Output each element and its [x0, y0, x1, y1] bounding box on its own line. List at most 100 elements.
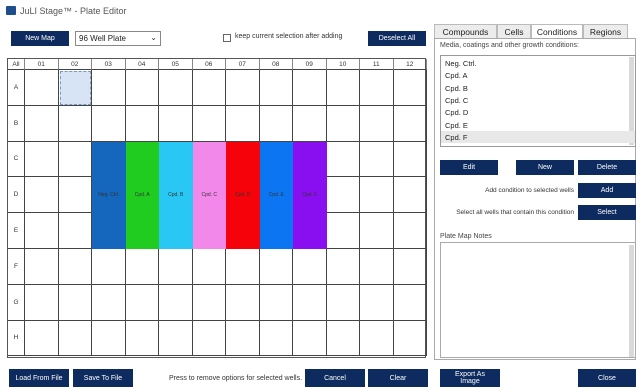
deselect-all-button[interactable]: Deselect All: [368, 31, 426, 46]
delete-button[interactable]: Delete: [578, 160, 636, 175]
list-item[interactable]: Neg. Ctrl.: [441, 57, 635, 69]
new-condition-button[interactable]: New: [516, 160, 574, 175]
well[interactable]: [192, 105, 226, 142]
well[interactable]: [326, 141, 360, 178]
well[interactable]: [326, 249, 360, 285]
well[interactable]: [293, 284, 327, 321]
well[interactable]: [393, 249, 427, 285]
well[interactable]: [360, 249, 394, 285]
row-header[interactable]: B: [8, 105, 25, 142]
well[interactable]: [159, 249, 193, 285]
tab-conditions[interactable]: Conditions: [531, 24, 583, 38]
condition-block[interactable]: Cpd. B: [159, 141, 193, 249]
well[interactable]: [326, 177, 360, 214]
row-header[interactable]: G: [8, 284, 25, 321]
well[interactable]: [326, 105, 360, 142]
tab-cells[interactable]: Cells: [497, 24, 531, 38]
list-item[interactable]: Cpd. F: [441, 130, 635, 143]
well[interactable]: [326, 284, 360, 321]
well[interactable]: [326, 213, 360, 249]
well[interactable]: [293, 105, 327, 142]
well[interactable]: [192, 249, 226, 285]
notes-scrollbar[interactable]: [629, 245, 634, 357]
well[interactable]: [92, 249, 126, 285]
well[interactable]: [293, 320, 327, 357]
tab-regions[interactable]: Regions: [583, 24, 628, 38]
well[interactable]: [192, 70, 226, 106]
row-header[interactable]: C: [8, 141, 25, 178]
column-header[interactable]: 08: [259, 59, 293, 70]
well[interactable]: [159, 70, 193, 106]
select-all-wells[interactable]: All: [8, 59, 25, 70]
well[interactable]: [25, 105, 59, 142]
well[interactable]: [393, 320, 427, 357]
well[interactable]: [360, 70, 394, 106]
well[interactable]: [92, 320, 126, 357]
row-header[interactable]: E: [8, 213, 25, 249]
well[interactable]: [226, 320, 260, 357]
plate-grid[interactable]: All 01 02 03 04 05 06 07 08 09 10 11 12 A B C D E F G H Neg.…: [7, 58, 427, 358]
column-header[interactable]: 02: [58, 59, 92, 70]
column-header[interactable]: 04: [125, 59, 159, 70]
export-as-image-button[interactable]: Export As Image: [440, 369, 500, 387]
row-header[interactable]: D: [8, 177, 25, 214]
close-button[interactable]: Close: [578, 369, 636, 387]
conditions-list[interactable]: Neg. Ctrl. Cpd. A Cpd. B Cpd. C Cpd. D Cpd. E…: [440, 55, 636, 147]
well[interactable]: [58, 320, 92, 357]
well[interactable]: [125, 70, 159, 106]
well[interactable]: [259, 284, 293, 321]
list-item[interactable]: Cpd. A: [441, 69, 635, 81]
condition-block[interactable]: Cpd. E: [259, 141, 293, 249]
plate-type-select[interactable]: 96 Well Plate ⌄: [75, 31, 161, 46]
well[interactable]: [192, 284, 226, 321]
condition-block[interactable]: Cpd. D: [226, 141, 260, 249]
well[interactable]: [58, 177, 92, 214]
well[interactable]: [326, 70, 360, 106]
new-map-button[interactable]: New Map: [11, 31, 69, 46]
list-item[interactable]: Cpd. D: [441, 106, 635, 118]
well[interactable]: [360, 284, 394, 321]
column-header[interactable]: 10: [326, 59, 360, 70]
well[interactable]: [360, 213, 394, 249]
well[interactable]: [226, 249, 260, 285]
condition-block[interactable]: Neg. Ctrl.: [92, 141, 126, 249]
save-to-file-button[interactable]: Save To File: [73, 369, 133, 387]
well[interactable]: [393, 284, 427, 321]
list-item[interactable]: Cpd. E: [441, 119, 635, 131]
condition-block[interactable]: Cpd. F: [293, 141, 327, 249]
list-item[interactable]: Cpd. C: [441, 94, 635, 106]
well[interactable]: [393, 70, 427, 106]
well[interactable]: [125, 105, 159, 142]
well[interactable]: [25, 213, 59, 249]
tab-compounds[interactable]: Compounds: [434, 24, 497, 38]
load-from-file-button[interactable]: Load From File: [9, 369, 69, 387]
well[interactable]: [360, 177, 394, 214]
well[interactable]: [25, 141, 59, 178]
well[interactable]: [226, 105, 260, 142]
well[interactable]: [393, 177, 427, 214]
plate-map-notes-field[interactable]: [440, 242, 636, 358]
column-header[interactable]: 11: [360, 59, 394, 70]
row-header[interactable]: A: [8, 70, 25, 106]
clear-button[interactable]: Clear: [368, 369, 428, 387]
well[interactable]: [58, 105, 92, 142]
column-header[interactable]: 12: [393, 59, 427, 70]
well[interactable]: [92, 70, 126, 106]
column-header[interactable]: 01: [25, 59, 59, 70]
well[interactable]: [92, 284, 126, 321]
well[interactable]: [58, 249, 92, 285]
cancel-button[interactable]: Cancel: [305, 369, 365, 387]
well[interactable]: [192, 320, 226, 357]
well[interactable]: [293, 249, 327, 285]
well[interactable]: [159, 284, 193, 321]
column-header[interactable]: 07: [226, 59, 260, 70]
column-header[interactable]: 05: [159, 59, 193, 70]
well[interactable]: [92, 105, 126, 142]
well[interactable]: [393, 105, 427, 142]
column-header[interactable]: 03: [92, 59, 126, 70]
well[interactable]: [125, 284, 159, 321]
well[interactable]: [259, 105, 293, 142]
well[interactable]: [25, 249, 59, 285]
well[interactable]: [58, 141, 92, 178]
condition-block[interactable]: Cpd. A: [125, 141, 159, 249]
